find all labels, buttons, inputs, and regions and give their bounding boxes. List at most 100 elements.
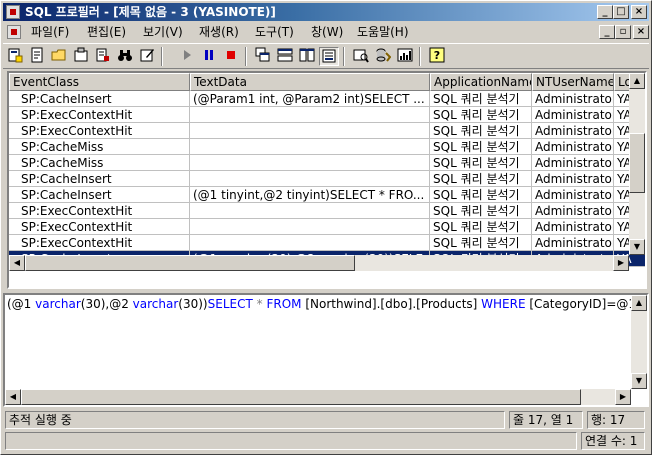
- menu-window[interactable]: 창(W): [311, 24, 343, 40]
- sql-token: SELECT: [207, 297, 253, 311]
- toolbar-separator: [419, 47, 421, 66]
- menu-edit[interactable]: 편집(E): [87, 24, 126, 40]
- scroll-up-icon[interactable]: ▲: [629, 73, 645, 89]
- sql-token: FROM: [266, 297, 302, 311]
- cell-eventclass: SP:CacheMiss: [9, 155, 190, 171]
- properties-icon[interactable]: [71, 47, 91, 66]
- help-icon[interactable]: ?: [427, 47, 447, 66]
- cell-applicationname: SQL 쿼리 분석기: [430, 107, 532, 123]
- table-row[interactable]: SP:CacheInsert (@1 tinyint,@2 tinyint)SEL…: [9, 187, 645, 203]
- text-horizontal-scrollbar[interactable]: ◀ ▶: [5, 389, 631, 405]
- scroll-right-icon[interactable]: ▶: [613, 255, 629, 271]
- table-row[interactable]: SP:CacheInsert SQL 쿼리 분석기 Administrator YA: [9, 171, 645, 187]
- grid-header: EventClass TextData ApplicationName NTUs…: [9, 73, 645, 91]
- cell-textdata: [190, 123, 430, 139]
- autoscroll-icon[interactable]: [319, 47, 339, 66]
- maximize-button[interactable]: □: [613, 5, 629, 19]
- text-data-pane[interactable]: (@1 varchar(30),@2 varchar(30))SELECT * …: [3, 293, 649, 407]
- menu-help[interactable]: 도움말(H): [357, 24, 409, 40]
- status-message: 추적 실행 중: [5, 411, 505, 429]
- scroll-up-icon[interactable]: ▲: [631, 295, 647, 311]
- play-icon[interactable]: [177, 47, 197, 66]
- cell-textdata: [190, 139, 430, 155]
- close-button[interactable]: ×: [631, 5, 647, 19]
- text-vertical-scrollbar[interactable]: ▲ ▼: [631, 295, 647, 389]
- table-row[interactable]: SP:ExecContextHit SQL 쿼리 분석기 Administrator…: [9, 203, 645, 219]
- scroll-thumb[interactable]: [21, 389, 581, 405]
- column-header-applicationname[interactable]: ApplicationName: [430, 73, 532, 91]
- document-icon[interactable]: [7, 25, 21, 39]
- menu-view[interactable]: 보기(V): [143, 24, 183, 40]
- grid-horizontal-scrollbar[interactable]: ◀ ▶: [9, 255, 629, 271]
- table-row[interactable]: SP:CacheMiss SQL 쿼리 분석기 Administrator YA: [9, 139, 645, 155]
- open-icon[interactable]: [49, 47, 69, 66]
- table-row[interactable]: SP:CacheMiss SQL 쿼리 분석기 Administrator YA: [9, 155, 645, 171]
- menu-replay[interactable]: 재생(R): [199, 24, 239, 40]
- status-bar: 추적 실행 중 줄 17, 열 1 행: 17: [3, 410, 649, 429]
- binoculars-icon[interactable]: [115, 47, 135, 66]
- profiler-window: SQL 프로필러 - [제목 없음 - 3 (YASINOTE)] _ □ × …: [0, 0, 652, 455]
- scroll-down-icon[interactable]: ▼: [629, 239, 645, 255]
- new-trace-icon[interactable]: [5, 47, 25, 66]
- sql-token: WHERE: [481, 297, 526, 311]
- grid-vertical-scrollbar[interactable]: ▲ ▼: [629, 73, 645, 255]
- window-cascade-icon[interactable]: [253, 47, 273, 66]
- scroll-left-icon[interactable]: ◀: [9, 255, 25, 271]
- toolbar-separator: [343, 47, 345, 66]
- column-header-ntusername[interactable]: NTUserName: [532, 73, 614, 91]
- column-header-eventclass[interactable]: EventClass: [9, 73, 190, 91]
- cell-eventclass: SP:CacheInsert: [9, 171, 190, 187]
- cell-ntusername: Administrator: [532, 91, 614, 107]
- cell-eventclass: SP:ExecContextHit: [9, 219, 190, 235]
- minimize-button[interactable]: _: [597, 5, 613, 19]
- scroll-right-icon[interactable]: ▶: [615, 389, 631, 405]
- toolbar: ?: [3, 43, 649, 69]
- sql-token: *: [252, 297, 267, 311]
- status-empty: [5, 432, 577, 450]
- scroll-thumb[interactable]: [25, 255, 355, 271]
- app-icon[interactable]: [6, 5, 20, 19]
- window-tile-vertical-icon[interactable]: [297, 47, 317, 66]
- pause-icon[interactable]: [199, 47, 219, 66]
- stop-icon[interactable]: [221, 47, 241, 66]
- new-template-icon[interactable]: [27, 47, 47, 66]
- title-bar[interactable]: SQL 프로필러 - [제목 없음 - 3 (YASINOTE)] _ □ ×: [3, 3, 649, 21]
- table-row[interactable]: SP:ExecContextHit SQL 쿼리 분석기 Administrator…: [9, 219, 645, 235]
- mdi-close-button[interactable]: ×: [633, 25, 649, 39]
- query-analyzer-icon[interactable]: [351, 47, 371, 66]
- scroll-left-icon[interactable]: ◀: [5, 389, 21, 405]
- cell-textdata: [190, 219, 430, 235]
- cell-eventclass: SP:CacheInsert: [9, 91, 190, 107]
- mdi-restore-button[interactable]: ▫: [615, 25, 631, 39]
- sql-token: varchar: [132, 297, 179, 311]
- status-connections: 연결 수: 1: [581, 432, 645, 450]
- table-row[interactable]: SP:ExecContextHit SQL 쿼리 분석기 Administrator…: [9, 107, 645, 123]
- sql-token: [CategoryID]=@1: [525, 297, 640, 311]
- cell-textdata: [190, 171, 430, 187]
- table-row[interactable]: SP:ExecContextHit SQL 쿼리 분석기 Administrator…: [9, 235, 645, 251]
- table-row[interactable]: SP:CacheInsert (@Param1 int, @Param2 int)…: [9, 91, 645, 107]
- trace-grid[interactable]: EventClass TextData ApplicationName NTUs…: [7, 71, 647, 289]
- index-tuning-icon[interactable]: [373, 47, 393, 66]
- cell-ntusername: Administrator: [532, 187, 614, 203]
- cell-ntusername: Administrator: [532, 235, 614, 251]
- table-row[interactable]: SP:ExecContextHit SQL 쿼리 분석기 Administrator…: [9, 123, 645, 139]
- sql-text: (@1 varchar(30),@2 varchar(30))SELECT * …: [7, 296, 647, 312]
- cell-ntusername: Administrator: [532, 107, 614, 123]
- cell-textdata: [190, 203, 430, 219]
- edit-icon[interactable]: [137, 47, 157, 66]
- window-tile-horizontal-icon[interactable]: [275, 47, 295, 66]
- mdi-minimize-button[interactable]: _: [599, 25, 615, 39]
- find-icon[interactable]: [93, 47, 113, 66]
- toolbar-separator: [245, 47, 247, 66]
- scroll-thumb[interactable]: [629, 133, 645, 193]
- status-rows: 행: 17: [587, 411, 645, 429]
- performance-icon[interactable]: [395, 47, 415, 66]
- scroll-down-icon[interactable]: ▼: [631, 373, 647, 389]
- column-header-textdata[interactable]: TextData: [190, 73, 430, 91]
- cell-applicationname: SQL 쿼리 분석기: [430, 171, 532, 187]
- menu-tools[interactable]: 도구(T): [255, 24, 294, 40]
- toolbar-separator: [161, 47, 163, 66]
- cell-textdata: [190, 107, 430, 123]
- menu-file[interactable]: 파일(F): [31, 24, 69, 40]
